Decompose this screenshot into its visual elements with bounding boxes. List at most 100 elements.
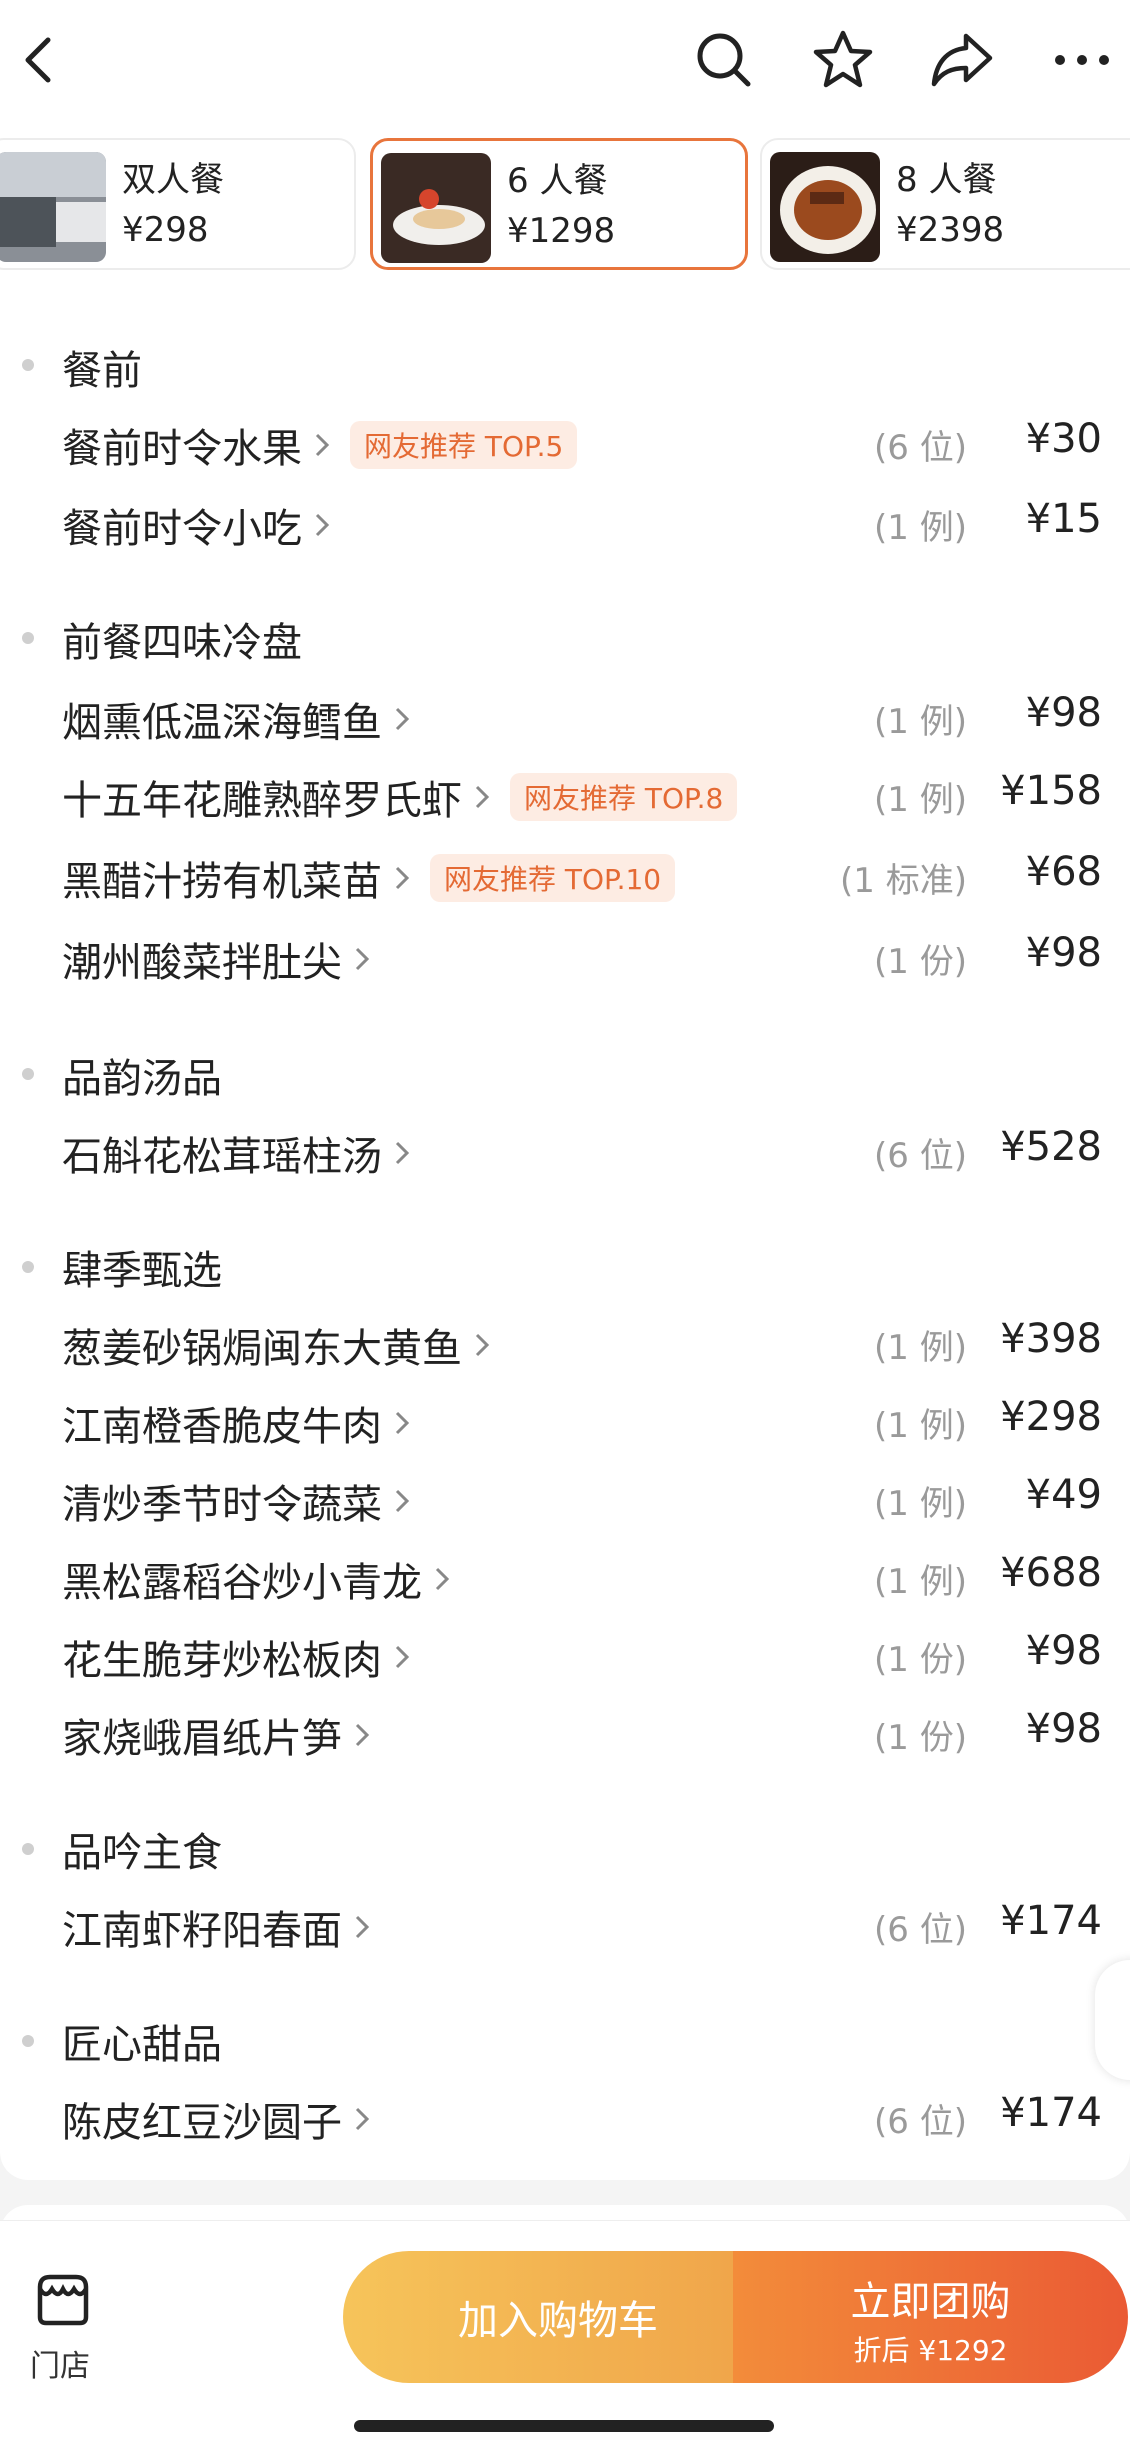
menu-item-quantity: (1 例) [874, 1562, 967, 1602]
add-to-cart-button[interactable]: 加入购物车 [343, 2251, 743, 2383]
menu-item-name: 花生脆芽炒松板肉 [62, 1638, 382, 1684]
add-to-cart-label: 加入购物车 [458, 2298, 658, 2344]
menu-item[interactable]: 餐前时令水果 网友推荐 TOP.5 [62, 416, 578, 474]
package-price: ¥2398 [896, 210, 1005, 250]
package-selector: 双人餐 ¥298 6 人餐 ¥1298 8 人餐 ¥2398 [0, 130, 1130, 290]
package-price: ¥298 [122, 210, 209, 250]
chevron-right-icon [395, 1411, 410, 1435]
chevron-right-icon [395, 707, 410, 731]
menu-item-name: 葱姜砂锅焗闽东大黄鱼 [62, 1326, 462, 1372]
store-label[interactable]: 门店 [30, 2341, 90, 2385]
recommendation-tag: 网友推荐 TOP.8 [510, 773, 738, 821]
chevron-right-icon [395, 1645, 410, 1669]
menu-item[interactable]: 陈皮红豆沙圆子 [62, 2090, 370, 2148]
menu-item-name: 烟熏低温深海鳕鱼 [62, 700, 382, 746]
section-title: 品吟主食 [62, 1830, 222, 1876]
share-icon[interactable] [928, 28, 998, 92]
menu-item[interactable]: 家烧峨眉纸片笋 [62, 1706, 370, 1764]
section-bullet [22, 632, 34, 644]
menu-list: 餐前 餐前时令水果 网友推荐 TOP.5 (6 位) ¥30 餐前时令小吃 (1… [0, 290, 1130, 2180]
menu-item-price: ¥98 [1025, 1628, 1102, 1674]
menu-item[interactable]: 石斛花松茸瑶柱汤 [62, 1124, 410, 1182]
menu-item-name: 餐前时令水果 [62, 426, 302, 472]
menu-item-name: 黑醋汁捞有机菜苗 [62, 859, 382, 905]
menu-item-name: 清炒季节时令蔬菜 [62, 1482, 382, 1528]
recommendation-tag: 网友推荐 TOP.5 [350, 421, 578, 469]
chevron-right-icon [355, 1915, 370, 1939]
menu-item[interactable]: 江南虾籽阳春面 [62, 1898, 370, 1956]
menu-item-price: ¥688 [1000, 1550, 1102, 1596]
menu-item[interactable]: 江南橙香脆皮牛肉 [62, 1394, 410, 1452]
section-title: 餐前 [62, 348, 142, 394]
more-icon[interactable] [1052, 50, 1112, 70]
chevron-right-icon [435, 1567, 450, 1591]
menu-item-price: ¥528 [1000, 1124, 1102, 1170]
menu-item-quantity: (1 例) [874, 1328, 967, 1368]
chevron-right-icon [395, 1489, 410, 1513]
chevron-right-icon [315, 513, 330, 537]
store-icon[interactable] [34, 2273, 92, 2327]
package-thumbnail [0, 152, 106, 262]
floating-side-handle[interactable] [1095, 1960, 1130, 2080]
menu-item-name: 江南虾籽阳春面 [62, 1908, 342, 1954]
menu-item-quantity: (1 例) [874, 508, 967, 548]
menu-item-price: ¥98 [1025, 1706, 1102, 1752]
menu-item-quantity: (1 份) [874, 942, 967, 982]
menu-item[interactable]: 花生脆芽炒松板肉 [62, 1628, 410, 1686]
chevron-right-icon [395, 866, 410, 890]
section-title: 匠心甜品 [62, 2022, 222, 2068]
menu-item-quantity: (6 位) [874, 1910, 967, 1950]
search-icon[interactable] [692, 28, 756, 92]
menu-item-quantity: (1 例) [874, 780, 967, 820]
top-nav-bar [0, 0, 1130, 130]
package-name: 双人餐 [122, 160, 224, 200]
menu-item[interactable]: 烟熏低温深海鳕鱼 [62, 690, 410, 748]
package-option-2-people[interactable]: 双人餐 ¥298 [0, 138, 356, 270]
menu-item-quantity: (1 份) [874, 1718, 967, 1758]
chevron-right-icon [475, 785, 490, 809]
menu-item[interactable]: 餐前时令小吃 [62, 496, 330, 554]
menu-item-quantity: (1 标准) [840, 861, 967, 901]
section-bullet [22, 1261, 34, 1273]
menu-item[interactable]: 十五年花雕熟醉罗氏虾 网友推荐 TOP.8 [62, 768, 738, 826]
package-name: 8 人餐 [896, 160, 997, 200]
menu-item-price: ¥15 [1025, 496, 1102, 542]
menu-item-price: ¥49 [1025, 1472, 1102, 1518]
menu-item-name: 黑松露稻谷炒小青龙 [62, 1560, 422, 1606]
package-option-6-people[interactable]: 6 人餐 ¥1298 [370, 138, 748, 270]
section-title: 前餐四味冷盘 [62, 620, 302, 666]
home-indicator [354, 2420, 774, 2432]
menu-item-quantity: (1 例) [874, 702, 967, 742]
back-arrow-icon[interactable] [14, 30, 64, 90]
package-thumbnail [381, 153, 491, 263]
chevron-right-icon [355, 947, 370, 971]
menu-item[interactable]: 潮州酸菜拌肚尖 [62, 930, 370, 988]
menu-item[interactable]: 黑松露稻谷炒小青龙 [62, 1550, 450, 1608]
menu-item-name: 江南橙香脆皮牛肉 [62, 1404, 382, 1450]
menu-item-price: ¥174 [1000, 1898, 1102, 1944]
chevron-right-icon [395, 1141, 410, 1165]
menu-item-quantity: (6 位) [874, 428, 967, 468]
menu-item-quantity: (1 例) [874, 1484, 967, 1524]
menu-item-quantity: (6 位) [874, 1136, 967, 1176]
menu-item-name: 石斛花松茸瑶柱汤 [62, 1134, 382, 1180]
section-bullet [22, 1068, 34, 1080]
menu-item-price: ¥158 [1000, 768, 1102, 814]
menu-item[interactable]: 葱姜砂锅焗闽东大黄鱼 [62, 1316, 490, 1374]
menu-item[interactable]: 清炒季节时令蔬菜 [62, 1472, 410, 1530]
buy-now-label: 立即团购 [850, 2279, 1011, 2325]
star-icon[interactable] [810, 28, 876, 92]
section-bullet [22, 2035, 34, 2047]
menu-item-price: ¥68 [1025, 849, 1102, 895]
menu-item[interactable]: 黑醋汁捞有机菜苗 网友推荐 TOP.10 [62, 849, 676, 907]
buy-now-button[interactable]: 立即团购 折后 ¥1292 [733, 2251, 1128, 2383]
recommendation-tag: 网友推荐 TOP.10 [430, 854, 676, 902]
discounted-price: 折后 ¥1292 [853, 2334, 1008, 2367]
menu-item-name: 潮州酸菜拌肚尖 [62, 940, 342, 986]
package-option-8-people[interactable]: 8 人餐 ¥2398 [760, 138, 1130, 270]
chevron-right-icon [315, 433, 330, 457]
section-title: 肆季甄选 [62, 1248, 222, 1294]
menu-item-price: ¥98 [1025, 690, 1102, 736]
menu-item-price: ¥174 [1000, 2090, 1102, 2136]
menu-item-quantity: (6 位) [874, 2102, 967, 2142]
